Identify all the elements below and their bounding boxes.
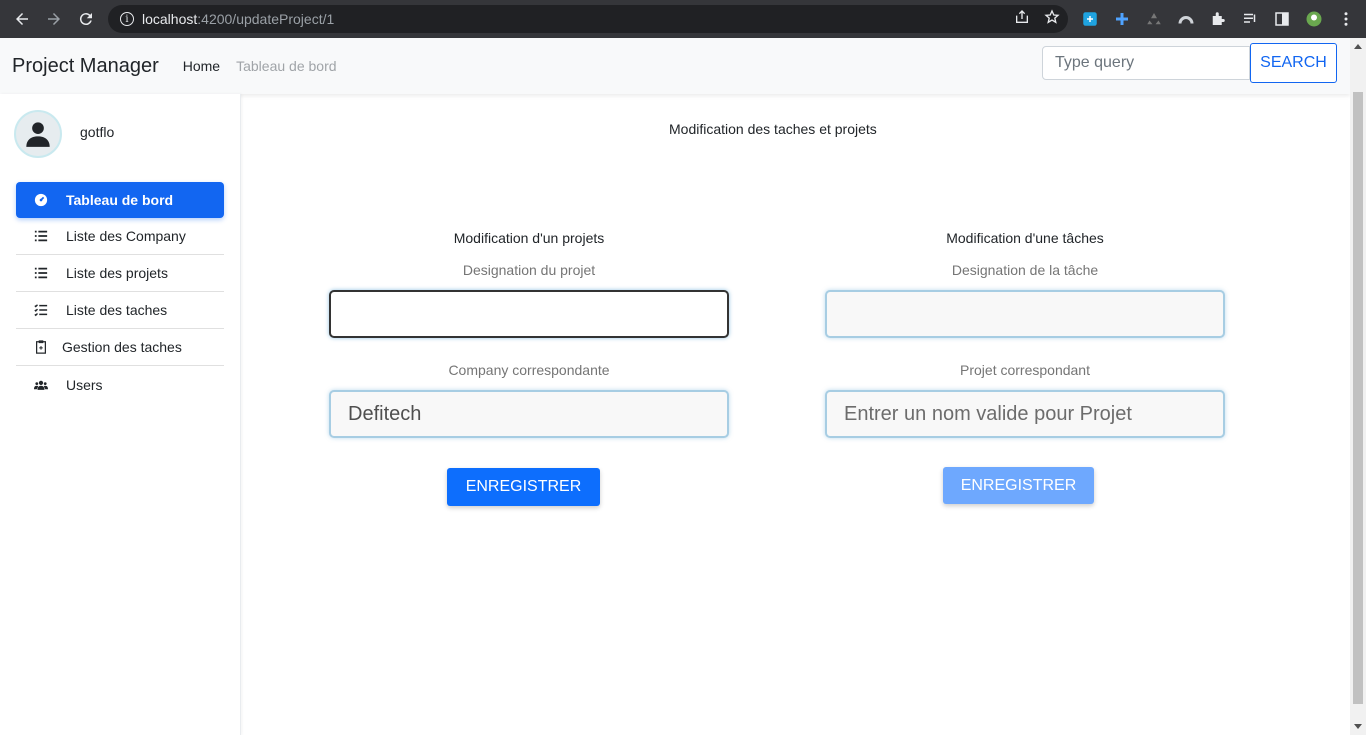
bookmark-star-icon[interactable] [1044,9,1060,30]
page-scrollbar[interactable] [1350,38,1366,735]
app-navbar: Project Manager Home Tableau de bord Typ… [0,38,1350,94]
sidebar-menu: Tableau de bord Liste des Company Liste … [16,182,224,403]
list-check-icon [32,301,50,319]
sidebar-item-label: Liste des taches [66,302,168,318]
sidebar-item-task-management[interactable]: Gestion des taches [16,329,224,366]
reading-list-icon[interactable] [1240,9,1260,29]
save-project-button[interactable]: ENREGISTRER [447,468,600,506]
search-button[interactable]: SEARCH [1250,43,1337,83]
sidebar-item-tasks[interactable]: Liste des taches [16,292,224,329]
task-designation-input[interactable] [825,290,1225,338]
username: gotflo [80,124,115,140]
sidebar-item-projects[interactable]: Liste des projets [16,255,224,292]
list-icon [32,227,50,245]
sidebar-item-label: Gestion des taches [62,339,182,355]
profile-avatar-icon[interactable] [1304,9,1324,29]
share-icon[interactable] [1014,9,1030,30]
user-avatar [14,110,62,158]
sidebar-item-label: Liste des Company [66,228,186,244]
brand-title[interactable]: Project Manager [12,55,159,78]
task-form-heading: Modification d'une tâches [946,230,1104,246]
nav-link-dashboard[interactable]: Tableau de bord [236,58,336,74]
sidebar-item-users[interactable]: Users [16,366,224,403]
save-task-button[interactable]: ENREGISTRER [943,467,1094,504]
gauge-icon [32,191,50,209]
extension-translate-icon[interactable] [1080,9,1100,29]
sidebar-item-label: Liste des projets [66,265,168,281]
back-icon[interactable] [6,3,38,35]
project-designation-label: Designation du projet [462,262,596,278]
company-input[interactable]: Defitech [329,390,729,438]
url-text: localhost:4200/updateProject/1 [142,11,334,27]
side-panel-icon[interactable] [1272,9,1292,29]
url-host: localhost [142,11,198,27]
sidebar-item-label: Tableau de bord [66,192,174,208]
task-form: Modification d'une tâches Designation de… [825,228,1225,438]
url-path: :4200/updateProject/1 [197,11,335,27]
scroll-up-arrow-icon[interactable] [1354,44,1362,49]
scroll-thumb[interactable] [1353,92,1363,704]
extension-recycle-icon[interactable] [1144,9,1164,29]
sidebar-item-companies[interactable]: Liste des Company [16,218,224,255]
project-input[interactable]: Entrer un nom valide pour Projet [825,390,1225,438]
company-label: Company correspondante [448,362,610,378]
clipboard-icon [32,338,50,356]
sidebar-item-label: Users [66,376,103,393]
reload-icon[interactable] [70,3,102,35]
site-info-icon[interactable]: i [120,12,134,26]
menu-kebab-icon[interactable] [1336,9,1356,29]
list-icon [32,264,50,282]
page-title: Modification des taches et projets [669,121,877,137]
sidebar: gotflo Tableau de bord Liste des Company… [0,94,241,735]
address-bar[interactable]: i localhost:4200/updateProject/1 [108,5,1068,33]
users-icon [32,376,50,394]
extension-fan-icon[interactable] [1112,9,1132,29]
project-designation-input[interactable] [329,290,729,338]
project-label: Projet correspondant [960,362,1090,378]
sidebar-item-dashboard[interactable]: Tableau de bord [16,182,224,218]
nav-link-home[interactable]: Home [183,58,220,74]
extensions-puzzle-icon[interactable] [1208,9,1228,29]
extension-arc-icon[interactable] [1176,9,1196,29]
scroll-down-arrow-icon[interactable] [1354,724,1362,729]
search-form: Type query SEARCH [1042,43,1337,83]
project-form: Modification d'un projets Designation du… [329,228,729,438]
project-form-heading: Modification d'un projets [453,230,605,246]
search-input[interactable]: Type query [1042,46,1250,80]
task-designation-label: Designation de la tâche [951,262,1099,278]
forward-icon[interactable] [38,3,70,35]
browser-toolbar: i localhost:4200/updateProject/1 [0,0,1366,38]
user-icon [26,122,50,147]
